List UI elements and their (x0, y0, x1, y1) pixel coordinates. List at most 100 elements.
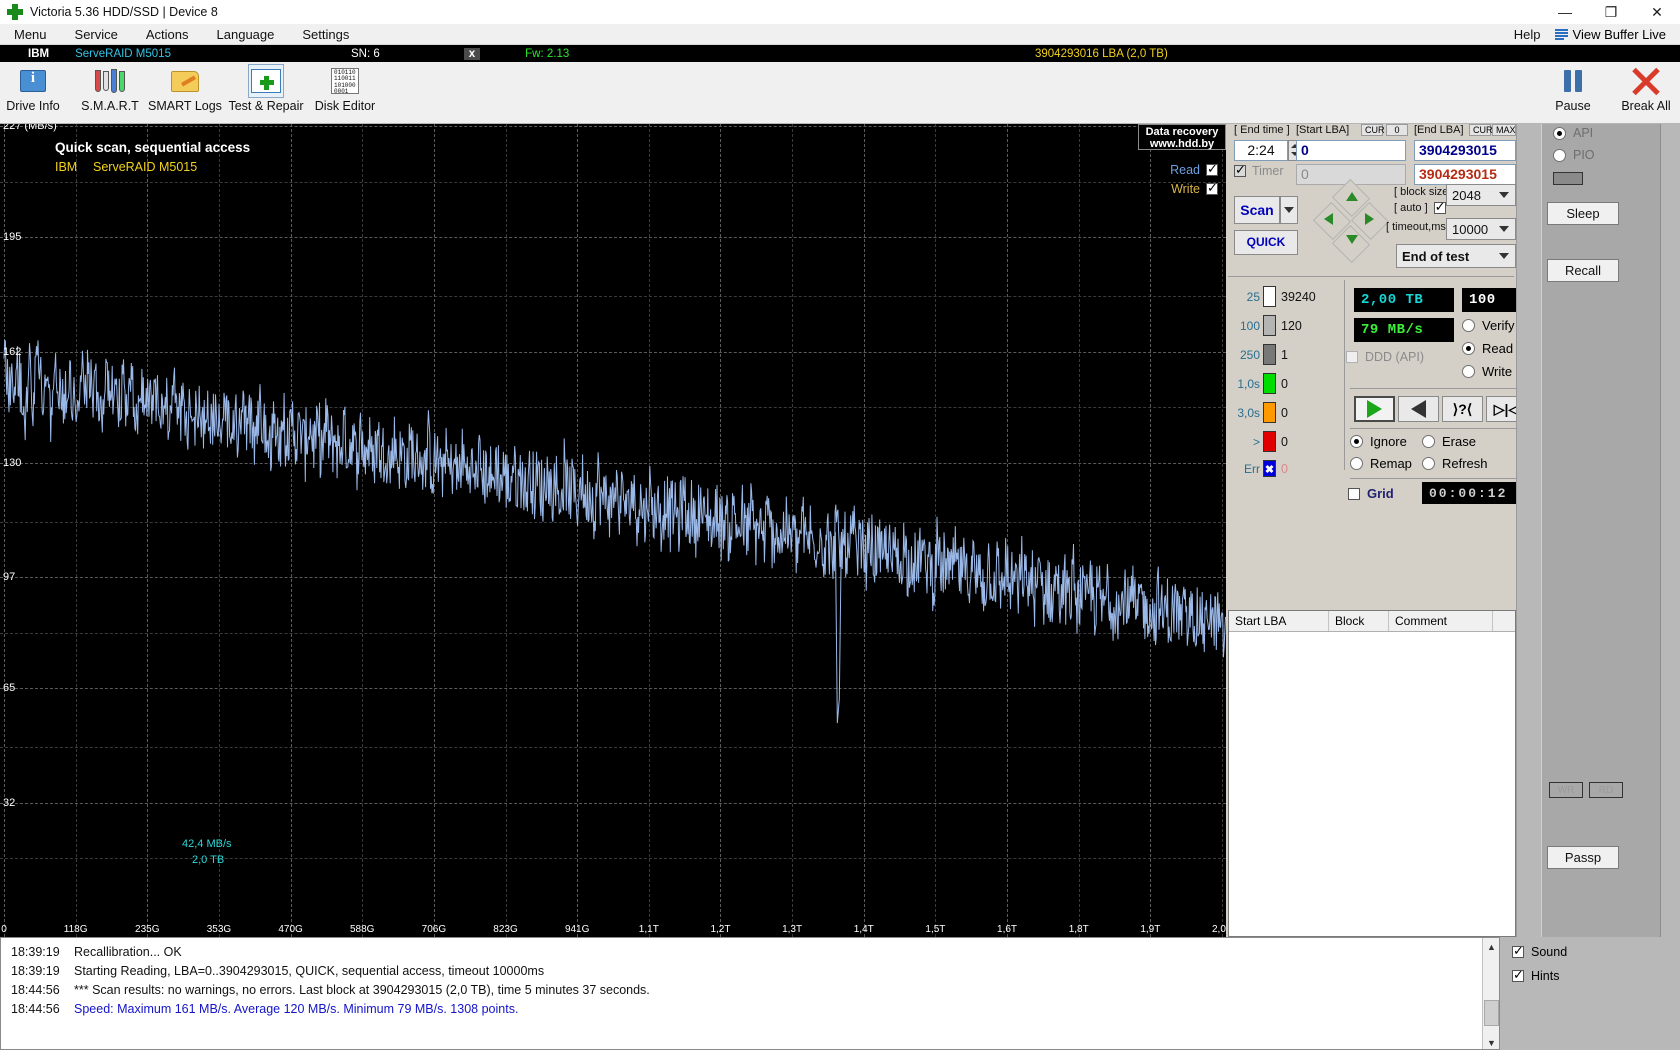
api-radio[interactable] (1553, 126, 1566, 140)
graph-y-tick: 97 (3, 571, 16, 584)
menu-item-settings[interactable]: Settings (288, 25, 363, 44)
pio-mode-option[interactable]: PIO (1553, 148, 1595, 162)
disk-editor-button[interactable]: 010110 110011 101000 0001 Disk Editor (302, 65, 388, 113)
timeout-label: [ timeout,ms ] (1386, 221, 1453, 233)
erase-radio[interactable] (1422, 435, 1435, 448)
timer-checkbox[interactable] (1234, 162, 1246, 178)
log-entry: 18:44:56 *** Scan results: no warnings, n… (1, 981, 1499, 1000)
hints-checkbox[interactable] (1512, 967, 1524, 983)
menu-item-language[interactable]: Language (203, 25, 289, 44)
close-button[interactable]: ✕ (1634, 0, 1680, 24)
drive-serial: SN: 6 (350, 47, 380, 60)
ddd-api-checkbox[interactable] (1346, 351, 1358, 363)
auto-toggle[interactable]: [ auto ] (1394, 199, 1446, 215)
results-table[interactable]: Start LBA Block Comment (1228, 610, 1516, 937)
start-lba-input[interactable]: 0 (1296, 140, 1406, 161)
graph-title: Quick scan, sequential access (55, 140, 251, 155)
menu-item-help[interactable]: Help (1500, 25, 1555, 44)
sound-toggle[interactable]: Sound (1512, 943, 1567, 959)
ignore-radio[interactable] (1350, 435, 1363, 448)
action-refresh[interactable]: Refresh (1422, 456, 1488, 471)
scroll-thumb[interactable] (1484, 1000, 1499, 1026)
end-lba-input[interactable]: 3904293015 (1414, 140, 1516, 161)
reverse-scan-button[interactable] (1398, 396, 1439, 422)
column-start-lba[interactable]: Start LBA (1229, 611, 1329, 631)
end-lba-cur-button[interactable]: CUR (1469, 124, 1493, 136)
reverse-play-icon (1411, 400, 1426, 418)
scroll-down-button[interactable]: ▼ (1483, 1034, 1499, 1049)
action-erase[interactable]: Erase (1422, 434, 1476, 449)
auto-checkbox[interactable] (1433, 199, 1446, 215)
maximize-button[interactable]: ❐ (1588, 0, 1634, 24)
timer-toggle[interactable]: Timer (1234, 162, 1283, 178)
action-ignore[interactable]: Ignore (1350, 434, 1407, 449)
timeout-select[interactable]: 10000 (1446, 218, 1516, 240)
hints-toggle[interactable]: Hints (1512, 967, 1559, 983)
grid-checkbox[interactable] (1348, 487, 1360, 500)
drive-info-button[interactable]: Drive Info (0, 65, 76, 113)
read-checkbox[interactable] (1206, 161, 1218, 177)
navigation-dpad[interactable] (1312, 178, 1390, 264)
start-lba-label: [Start LBA] (1296, 124, 1350, 136)
mode-read[interactable]: Read (1462, 341, 1513, 356)
action-remap[interactable]: Remap (1350, 456, 1412, 471)
write-checkbox[interactable] (1206, 180, 1218, 196)
scroll-up-button[interactable]: ▲ (1483, 938, 1499, 955)
start-scan-button[interactable] (1354, 396, 1395, 422)
write-radio[interactable] (1462, 365, 1475, 378)
smart-logs-button[interactable]: SMART Logs (142, 65, 228, 113)
percent-value: 100 (1469, 292, 1496, 308)
rd-button[interactable]: RD (1589, 782, 1623, 798)
smart-button[interactable]: S.M.A.R.T (67, 65, 153, 113)
block-size-select[interactable]: 2048 (1446, 184, 1516, 206)
scan-dropdown-button[interactable] (1280, 196, 1298, 224)
wr-button[interactable]: WR (1549, 782, 1583, 798)
sound-checkbox[interactable] (1512, 943, 1524, 959)
remap-radio[interactable] (1350, 457, 1363, 470)
ddd-api-toggle[interactable]: DDD (API) (1346, 350, 1424, 364)
verify-radio[interactable] (1462, 319, 1475, 332)
step-query-button[interactable]: ⟩?⟨ (1442, 396, 1483, 422)
quick-button[interactable]: QUICK (1234, 230, 1298, 255)
minimize-button[interactable]: — (1542, 0, 1588, 24)
drive-close-button[interactable]: x (463, 47, 481, 60)
pio-radio[interactable] (1553, 148, 1566, 162)
end-time-value[interactable]: 2:24 (1234, 140, 1288, 161)
right-side-bar: API PIO Sleep Recall WR RD Passp (1516, 124, 1680, 937)
read-radio[interactable] (1462, 342, 1475, 355)
passp-button[interactable]: Passp (1547, 846, 1619, 869)
break-all-button[interactable]: Break All (1603, 65, 1680, 113)
api-mode-option[interactable]: API (1553, 126, 1593, 140)
menu-item-menu[interactable]: Menu (0, 25, 61, 44)
menu-item-service[interactable]: Service (61, 25, 132, 44)
start-lba-cur-button[interactable]: CUR (1361, 124, 1385, 136)
read-toggle[interactable]: Read (1160, 161, 1218, 177)
end-lba-max-button[interactable]: MAX (1492, 124, 1516, 136)
grid-label: Grid (1367, 486, 1394, 501)
menu-item-actions[interactable]: Actions (132, 25, 203, 44)
test-repair-kit-icon (248, 64, 284, 98)
grid-toggle[interactable]: Grid (1348, 486, 1394, 501)
data-recovery-banner[interactable]: Data recovery www.hdd.by (1138, 124, 1226, 150)
mode-verify[interactable]: Verify (1462, 318, 1515, 333)
erase-label: Erase (1442, 434, 1476, 449)
end-of-test-select[interactable]: End of test (1396, 244, 1516, 268)
scan-graph[interactable]: 227 (MB/s) 195 162 130 97 65 32 0 118G 235G 353G 4… (0, 124, 1226, 937)
scan-button[interactable]: Scan (1234, 196, 1280, 224)
write-toggle[interactable]: Write (1160, 180, 1218, 196)
column-block[interactable]: Block (1329, 611, 1389, 631)
recall-button[interactable]: Recall (1547, 259, 1619, 282)
mode-write[interactable]: Write (1462, 364, 1512, 379)
refresh-radio[interactable] (1422, 457, 1435, 470)
log-scrollbar[interactable]: ▲ ▼ (1482, 938, 1499, 1049)
window-title: Victoria 5.36 HDD/SSD | Device 8 (30, 5, 218, 19)
test-repair-button[interactable]: Test & Repair (223, 64, 309, 113)
view-buffer-live-button[interactable]: View Buffer Live (1554, 27, 1680, 42)
column-comment[interactable]: Comment (1389, 611, 1493, 631)
log-panel[interactable]: 18:39:19 Recallibration... OK 18:39:19 Star… (0, 937, 1500, 1050)
start-lba-zero-button[interactable]: 0 (1386, 124, 1408, 136)
disk-editor-label: Disk Editor (314, 99, 376, 113)
victoria-main-window: Victoria 5.36 HDD/SSD | Device 8 — ❐ ✕ M… (0, 0, 1680, 1050)
legend-row: 100 120 (1230, 315, 1302, 336)
sleep-button[interactable]: Sleep (1547, 202, 1619, 225)
